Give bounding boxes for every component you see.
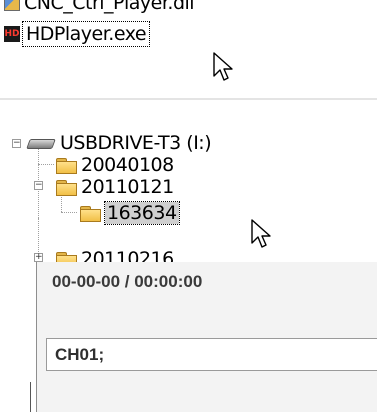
tree-node-label: 163634 <box>104 201 180 225</box>
file-name: HDPlayer.exe <box>21 21 151 47</box>
tree-expander[interactable]: − <box>12 139 21 148</box>
hdplayer-app-icon: HD <box>4 26 20 42</box>
tree-node-label: 20040108 <box>81 154 174 176</box>
tree-connector <box>38 164 54 165</box>
folder-open-icon <box>56 179 77 196</box>
player-info-panel: 00-00-00 / 00:00:00 CH01; <box>0 262 377 412</box>
tree-node-folder[interactable]: 20040108 <box>56 154 174 176</box>
tree-expander[interactable]: − <box>34 181 43 190</box>
folder-tree: − USBDRIVE-T3 (I:) 20040108 − 20110121 1… <box>0 100 377 270</box>
channel-value: CH01; <box>55 345 105 364</box>
file-item-dll[interactable]: CNC_Ctrl_Player.dll <box>4 0 195 14</box>
channel-field[interactable]: CH01; <box>46 338 377 371</box>
tree-expander[interactable]: + <box>34 253 43 262</box>
tree-connector <box>61 212 77 213</box>
mouse-pointer-icon <box>251 219 271 248</box>
tree-node-label: USBDRIVE-T3 (I:) <box>60 132 212 154</box>
tree-node-usb-drive[interactable]: USBDRIVE-T3 (I:) <box>28 132 212 154</box>
tree-node-folder-selected[interactable]: 163634 <box>80 201 180 225</box>
file-item-hdplayer[interactable]: HD HDPlayer.exe <box>4 21 151 47</box>
playback-time-readout: 00-00-00 / 00:00:00 <box>52 272 203 291</box>
usb-drive-icon <box>28 137 54 149</box>
file-name: CNC_Ctrl_Player.dll <box>24 0 195 14</box>
tree-node-label: 20110121 <box>81 176 174 198</box>
folder-open-icon <box>80 205 101 222</box>
mouse-pointer-icon <box>213 52 233 81</box>
tree-node-folder[interactable]: 20110121 <box>56 176 174 198</box>
folder-icon <box>56 157 77 174</box>
dll-file-icon <box>4 0 20 11</box>
file-list-panel: CNC_Ctrl_Player.dll HD HDPlayer.exe <box>0 0 377 98</box>
